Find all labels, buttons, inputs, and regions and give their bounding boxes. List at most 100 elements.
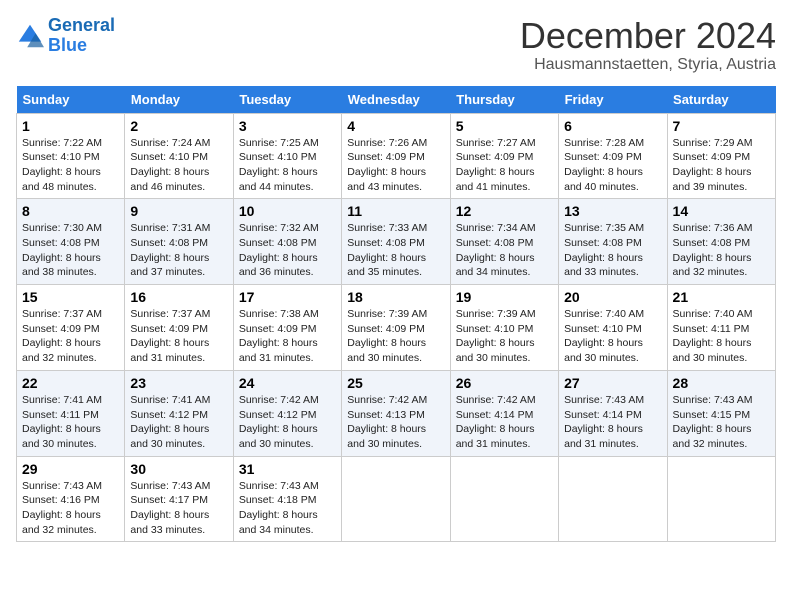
calendar-cell: 26 Sunrise: 7:42 AMSunset: 4:14 PMDaylig… xyxy=(450,370,558,456)
title-block: December 2024 Hausmannstaetten, Styria, … xyxy=(520,16,776,74)
calendar-cell: 29 Sunrise: 7:43 AMSunset: 4:16 PMDaylig… xyxy=(17,456,125,542)
calendar-cell: 6 Sunrise: 7:28 AMSunset: 4:09 PMDayligh… xyxy=(559,113,667,199)
calendar-cell: 11 Sunrise: 7:33 AMSunset: 4:08 PMDaylig… xyxy=(342,199,450,285)
calendar-cell: 22 Sunrise: 7:41 AMSunset: 4:11 PMDaylig… xyxy=(17,370,125,456)
day-number: 26 xyxy=(456,375,553,391)
cell-info: Sunrise: 7:40 AMSunset: 4:11 PMDaylight:… xyxy=(673,307,770,366)
cell-info: Sunrise: 7:43 AMSunset: 4:17 PMDaylight:… xyxy=(130,479,227,538)
calendar-cell: 8 Sunrise: 7:30 AMSunset: 4:08 PMDayligh… xyxy=(17,199,125,285)
day-number: 25 xyxy=(347,375,444,391)
calendar-cell xyxy=(559,456,667,542)
header-sunday: Sunday xyxy=(17,86,125,114)
cell-info: Sunrise: 7:43 AMSunset: 4:16 PMDaylight:… xyxy=(22,479,119,538)
calendar-cell xyxy=(667,456,775,542)
cell-info: Sunrise: 7:36 AMSunset: 4:08 PMDaylight:… xyxy=(673,221,770,280)
calendar-cell: 20 Sunrise: 7:40 AMSunset: 4:10 PMDaylig… xyxy=(559,285,667,371)
calendar-cell: 12 Sunrise: 7:34 AMSunset: 4:08 PMDaylig… xyxy=(450,199,558,285)
day-number: 28 xyxy=(673,375,770,391)
calendar-cell: 15 Sunrise: 7:37 AMSunset: 4:09 PMDaylig… xyxy=(17,285,125,371)
cell-info: Sunrise: 7:28 AMSunset: 4:09 PMDaylight:… xyxy=(564,136,661,195)
calendar-cell: 14 Sunrise: 7:36 AMSunset: 4:08 PMDaylig… xyxy=(667,199,775,285)
week-row-5: 29 Sunrise: 7:43 AMSunset: 4:16 PMDaylig… xyxy=(17,456,776,542)
cell-info: Sunrise: 7:35 AMSunset: 4:08 PMDaylight:… xyxy=(564,221,661,280)
day-number: 5 xyxy=(456,118,553,134)
week-row-2: 8 Sunrise: 7:30 AMSunset: 4:08 PMDayligh… xyxy=(17,199,776,285)
cell-info: Sunrise: 7:24 AMSunset: 4:10 PMDaylight:… xyxy=(130,136,227,195)
day-number: 12 xyxy=(456,203,553,219)
day-number: 2 xyxy=(130,118,227,134)
location: Hausmannstaetten, Styria, Austria xyxy=(520,56,776,74)
header-wednesday: Wednesday xyxy=(342,86,450,114)
day-number: 7 xyxy=(673,118,770,134)
calendar-cell xyxy=(342,456,450,542)
day-number: 6 xyxy=(564,118,661,134)
calendar-cell: 25 Sunrise: 7:42 AMSunset: 4:13 PMDaylig… xyxy=(342,370,450,456)
calendar-cell: 24 Sunrise: 7:42 AMSunset: 4:12 PMDaylig… xyxy=(233,370,341,456)
cell-info: Sunrise: 7:27 AMSunset: 4:09 PMDaylight:… xyxy=(456,136,553,195)
calendar-cell: 27 Sunrise: 7:43 AMSunset: 4:14 PMDaylig… xyxy=(559,370,667,456)
calendar-cell: 28 Sunrise: 7:43 AMSunset: 4:15 PMDaylig… xyxy=(667,370,775,456)
cell-info: Sunrise: 7:38 AMSunset: 4:09 PMDaylight:… xyxy=(239,307,336,366)
day-number: 17 xyxy=(239,289,336,305)
calendar-cell: 5 Sunrise: 7:27 AMSunset: 4:09 PMDayligh… xyxy=(450,113,558,199)
day-number: 23 xyxy=(130,375,227,391)
day-number: 30 xyxy=(130,461,227,477)
cell-info: Sunrise: 7:41 AMSunset: 4:12 PMDaylight:… xyxy=(130,393,227,452)
day-number: 21 xyxy=(673,289,770,305)
cell-info: Sunrise: 7:26 AMSunset: 4:09 PMDaylight:… xyxy=(347,136,444,195)
calendar-cell: 7 Sunrise: 7:29 AMSunset: 4:09 PMDayligh… xyxy=(667,113,775,199)
logo: General Blue xyxy=(16,16,115,56)
calendar-cell: 23 Sunrise: 7:41 AMSunset: 4:12 PMDaylig… xyxy=(125,370,233,456)
logo-general: General xyxy=(48,15,115,35)
calendar-cell: 3 Sunrise: 7:25 AMSunset: 4:10 PMDayligh… xyxy=(233,113,341,199)
calendar-cell: 19 Sunrise: 7:39 AMSunset: 4:10 PMDaylig… xyxy=(450,285,558,371)
day-number: 27 xyxy=(564,375,661,391)
cell-info: Sunrise: 7:39 AMSunset: 4:10 PMDaylight:… xyxy=(456,307,553,366)
day-number: 13 xyxy=(564,203,661,219)
calendar-cell: 9 Sunrise: 7:31 AMSunset: 4:08 PMDayligh… xyxy=(125,199,233,285)
header-tuesday: Tuesday xyxy=(233,86,341,114)
calendar-cell: 17 Sunrise: 7:38 AMSunset: 4:09 PMDaylig… xyxy=(233,285,341,371)
day-number: 14 xyxy=(673,203,770,219)
cell-info: Sunrise: 7:42 AMSunset: 4:14 PMDaylight:… xyxy=(456,393,553,452)
calendar-table: SundayMondayTuesdayWednesdayThursdayFrid… xyxy=(16,86,776,543)
cell-info: Sunrise: 7:41 AMSunset: 4:11 PMDaylight:… xyxy=(22,393,119,452)
calendar-cell: 21 Sunrise: 7:40 AMSunset: 4:11 PMDaylig… xyxy=(667,285,775,371)
day-number: 22 xyxy=(22,375,119,391)
cell-info: Sunrise: 7:42 AMSunset: 4:12 PMDaylight:… xyxy=(239,393,336,452)
cell-info: Sunrise: 7:29 AMSunset: 4:09 PMDaylight:… xyxy=(673,136,770,195)
day-number: 16 xyxy=(130,289,227,305)
cell-info: Sunrise: 7:43 AMSunset: 4:18 PMDaylight:… xyxy=(239,479,336,538)
week-row-3: 15 Sunrise: 7:37 AMSunset: 4:09 PMDaylig… xyxy=(17,285,776,371)
cell-info: Sunrise: 7:34 AMSunset: 4:08 PMDaylight:… xyxy=(456,221,553,280)
month-title: December 2024 xyxy=(520,16,776,56)
cell-info: Sunrise: 7:32 AMSunset: 4:08 PMDaylight:… xyxy=(239,221,336,280)
header-friday: Friday xyxy=(559,86,667,114)
day-number: 4 xyxy=(347,118,444,134)
day-number: 24 xyxy=(239,375,336,391)
cell-info: Sunrise: 7:39 AMSunset: 4:09 PMDaylight:… xyxy=(347,307,444,366)
cell-info: Sunrise: 7:31 AMSunset: 4:08 PMDaylight:… xyxy=(130,221,227,280)
day-number: 31 xyxy=(239,461,336,477)
cell-info: Sunrise: 7:40 AMSunset: 4:10 PMDaylight:… xyxy=(564,307,661,366)
calendar-cell: 31 Sunrise: 7:43 AMSunset: 4:18 PMDaylig… xyxy=(233,456,341,542)
calendar-cell: 10 Sunrise: 7:32 AMSunset: 4:08 PMDaylig… xyxy=(233,199,341,285)
page-header: General Blue December 2024 Hausmannstaet… xyxy=(16,16,776,74)
calendar-cell: 2 Sunrise: 7:24 AMSunset: 4:10 PMDayligh… xyxy=(125,113,233,199)
calendar-cell: 16 Sunrise: 7:37 AMSunset: 4:09 PMDaylig… xyxy=(125,285,233,371)
cell-info: Sunrise: 7:37 AMSunset: 4:09 PMDaylight:… xyxy=(22,307,119,366)
cell-info: Sunrise: 7:43 AMSunset: 4:14 PMDaylight:… xyxy=(564,393,661,452)
day-number: 9 xyxy=(130,203,227,219)
day-number: 3 xyxy=(239,118,336,134)
calendar-cell: 13 Sunrise: 7:35 AMSunset: 4:08 PMDaylig… xyxy=(559,199,667,285)
day-number: 11 xyxy=(347,203,444,219)
cell-info: Sunrise: 7:43 AMSunset: 4:15 PMDaylight:… xyxy=(673,393,770,452)
day-number: 10 xyxy=(239,203,336,219)
header-saturday: Saturday xyxy=(667,86,775,114)
cell-info: Sunrise: 7:30 AMSunset: 4:08 PMDaylight:… xyxy=(22,221,119,280)
header-row: SundayMondayTuesdayWednesdayThursdayFrid… xyxy=(17,86,776,114)
day-number: 19 xyxy=(456,289,553,305)
header-thursday: Thursday xyxy=(450,86,558,114)
calendar-cell: 30 Sunrise: 7:43 AMSunset: 4:17 PMDaylig… xyxy=(125,456,233,542)
cell-info: Sunrise: 7:37 AMSunset: 4:09 PMDaylight:… xyxy=(130,307,227,366)
